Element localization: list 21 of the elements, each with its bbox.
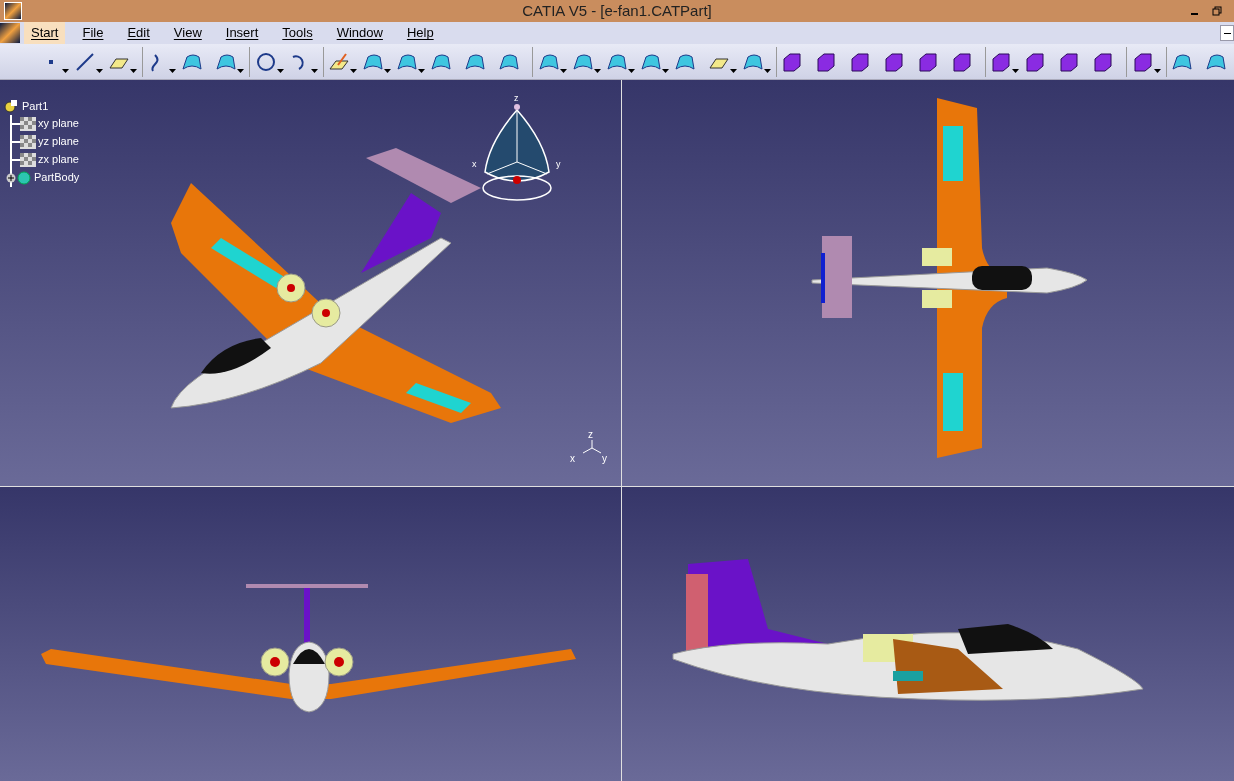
menu-item[interactable]: Insert xyxy=(218,22,266,44)
menu-item[interactable]: Tools xyxy=(275,22,320,44)
menu-item[interactable]: Edit xyxy=(120,22,157,44)
window-title: CATIA V5 - [e-fan1.CATPart] xyxy=(522,0,712,21)
menu-item[interactable]: Window xyxy=(329,22,390,44)
compass-label: z xyxy=(514,94,519,103)
axis-label: x xyxy=(570,454,575,464)
menu-item[interactable]: Start xyxy=(24,22,66,44)
tree-item[interactable]: Part1 xyxy=(22,98,49,115)
menu-item[interactable]: Help xyxy=(399,22,441,44)
tree-item[interactable]: PartBody xyxy=(34,169,80,186)
menu-item[interactable]: File xyxy=(75,22,111,44)
axis-label: z xyxy=(588,430,593,440)
viewport[interactable]: Part1 xy plane yz plane zx plane PartBody z x y z x y xyxy=(0,80,621,486)
tree-item[interactable]: xy plane xyxy=(38,115,79,132)
compass-label: y xyxy=(556,160,561,169)
compass-label: x xyxy=(472,160,477,169)
tree-item[interactable]: zx plane xyxy=(38,151,79,168)
menu-item[interactable]: View xyxy=(166,22,209,44)
tree-item[interactable]: yz plane xyxy=(38,133,79,150)
axis-label: y xyxy=(602,454,607,464)
